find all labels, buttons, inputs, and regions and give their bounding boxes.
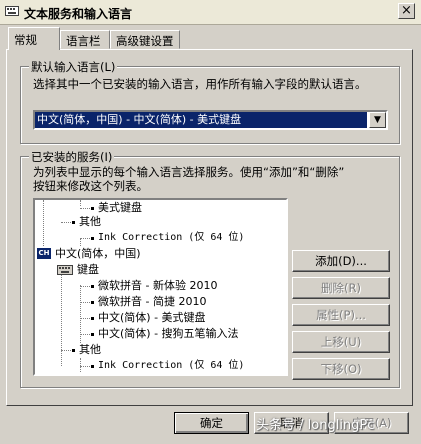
tab-general[interactable]: 常规 — [8, 27, 60, 50]
default-language-selected-value: 中文(简体，中国) - 中文(简体) - 美式键盘 — [35, 112, 367, 128]
tab-language-bar[interactable]: 语言栏 — [60, 30, 110, 49]
keyboard-icon — [57, 265, 73, 275]
bullet-icon — [91, 207, 94, 210]
ok-button[interactable]: 确定 — [174, 412, 249, 434]
tree-guide — [80, 200, 81, 206]
tree-item-label: 中文(简体) - 搜狗五笔输入法 — [98, 327, 239, 340]
move-down-button[interactable]: 下移(O) — [292, 358, 390, 380]
tree-guide — [80, 238, 81, 246]
chevron-down-icon: ▼ — [374, 115, 381, 125]
bullet-icon — [72, 221, 75, 224]
installed-services-tree[interactable]: 美式键盘 其他 Ink Correction (仅 64 位) CH 中文(简体… — [33, 198, 288, 376]
bullet-icon — [91, 301, 94, 304]
tree-guide — [61, 270, 62, 366]
tree-scrollbar[interactable]: ▲ ▼ — [286, 200, 288, 374]
remove-button[interactable]: 删除(R) — [292, 277, 390, 299]
dropdown-button[interactable]: ▼ — [369, 112, 386, 128]
tree-item-label: 美式键盘 — [98, 201, 142, 214]
bullet-icon — [91, 317, 94, 320]
bullet-icon — [91, 285, 94, 288]
tab-advanced-key-settings[interactable]: 高级键设置 — [110, 30, 180, 49]
tree-item-label: 其他 — [79, 215, 101, 228]
bullet-icon — [72, 349, 75, 352]
window-title: 文本服务和输入语言 — [24, 7, 133, 21]
tree-item-label: 中文(简体) - 美式键盘 — [98, 311, 206, 324]
close-icon: × — [401, 3, 412, 18]
tree-item-label: 微软拼音 - 新体验 2010 — [98, 279, 218, 292]
tree-item-label: 微软拼音 - 简捷 2010 — [98, 295, 207, 308]
add-button[interactable]: 添加(D)... — [292, 250, 390, 272]
tree-item-label: Ink Correction (仅 64 位) — [98, 360, 245, 371]
installed-services-description-line2: 按钮来修改这个列表。 — [33, 179, 148, 193]
default-language-description: 选择其中一个已安装的输入语言，用作所有输入字段的默认语言。 — [33, 77, 367, 91]
scroll-down-button[interactable]: ▼ — [286, 358, 288, 374]
watermark-text: 头条号 / longlingPc — [256, 418, 375, 433]
tab-general-label: 常规 — [14, 33, 37, 47]
default-language-group-label: 默认输入语言(L) — [29, 59, 118, 75]
scroll-up-button[interactable]: ▲ — [286, 200, 288, 216]
keyboard-icon — [5, 6, 19, 16]
tree-guide — [43, 200, 44, 246]
move-up-button[interactable]: 上移(U) — [292, 331, 390, 353]
tree-item-label: 键盘 — [77, 263, 99, 276]
properties-button[interactable]: 属性(P)... — [292, 304, 390, 326]
installed-services-group-label: 已安装的服务(I) — [29, 149, 115, 165]
close-button[interactable]: × — [398, 3, 415, 19]
tree-item-label: Ink Correction (仅 64 位) — [98, 232, 245, 243]
bullet-icon — [91, 365, 94, 368]
tab-advanced-key-settings-label: 高级键设置 — [116, 34, 174, 48]
tab-language-bar-label: 语言栏 — [66, 34, 101, 48]
tree-item-label: 其他 — [79, 343, 101, 356]
bullet-icon — [91, 237, 94, 240]
language-badge-icon: CH — [37, 248, 51, 259]
scroll-thumb[interactable] — [286, 236, 288, 346]
tree-item-label: 中文(简体，中国) — [55, 247, 141, 260]
default-language-select[interactable]: 中文(简体，中国) - 中文(简体) - 美式键盘 ▼ — [33, 110, 388, 130]
tree-guide — [80, 358, 81, 372]
title-bar[interactable]: 文本服务和输入语言 × — [0, 0, 421, 25]
bullet-icon — [91, 333, 94, 336]
